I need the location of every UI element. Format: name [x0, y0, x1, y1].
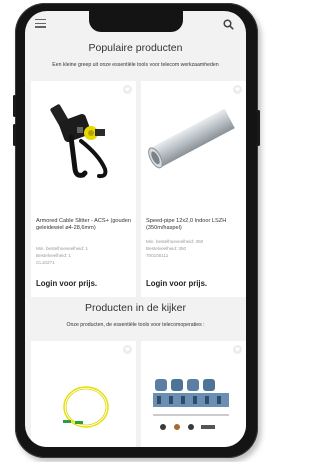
product-card[interactable]: Armored Cable Slitter - ACS+ (gouden gel… — [31, 81, 136, 297]
phone-side-button — [257, 110, 260, 146]
popular-products-title: Populaire producten — [88, 42, 183, 54]
product-image-fiber-patch[interactable] — [51, 371, 121, 441]
search-icon[interactable] — [223, 17, 234, 30]
favorite-heart-icon[interactable] — [233, 345, 242, 354]
featured-products-subtitle: Onze producten, de essentiële tools voor… — [66, 322, 205, 328]
phone-side-button — [13, 124, 16, 146]
favorite-heart-icon[interactable] — [123, 345, 132, 354]
product-sku: CL10271 — [36, 260, 55, 265]
product-image-cable-slitter[interactable] — [41, 97, 123, 187]
hamburger-icon[interactable] — [35, 19, 46, 28]
product-image-speed-pipe[interactable] — [147, 99, 239, 179]
login-for-price-link[interactable]: Login voor prijs. — [36, 279, 97, 288]
product-min-order: Min. bestelhoeveelheid: 350 — [146, 239, 204, 244]
product-card[interactable]: Speed-pipe 12x2,0 Indoor LSZH (350m/hasp… — [141, 81, 246, 297]
product-order-quantity: Bestelveelheid: 350 — [146, 246, 187, 251]
featured-products-title: Producten in de kijker — [85, 302, 186, 314]
phone-screen: Populaire producten Een kleine greep uit… — [25, 11, 246, 447]
product-card[interactable] — [31, 341, 136, 447]
product-name[interactable]: Armored Cable Slitter - ACS+ (gouden gel… — [36, 218, 132, 232]
login-for-price-link[interactable]: Login voor prijs. — [146, 279, 207, 288]
notch — [89, 11, 183, 32]
product-min-order: Min. bestelhoeveelheid: 1 — [36, 246, 89, 251]
phone-side-button — [13, 95, 16, 117]
product-sku: 700100111 — [146, 253, 169, 258]
favorite-heart-icon[interactable] — [123, 85, 132, 94]
product-order-quantity: Bestelveelheid: 1 — [36, 253, 71, 258]
product-image-connector-kit[interactable] — [149, 369, 239, 447]
favorite-heart-icon[interactable] — [233, 85, 242, 94]
product-card[interactable] — [141, 341, 246, 447]
product-name[interactable]: Speed-pipe 12x2,0 Indoor LSZH (350m/hasp… — [146, 218, 242, 232]
popular-products-subtitle: Een kleine greep uit onze essentiële too… — [52, 62, 219, 68]
